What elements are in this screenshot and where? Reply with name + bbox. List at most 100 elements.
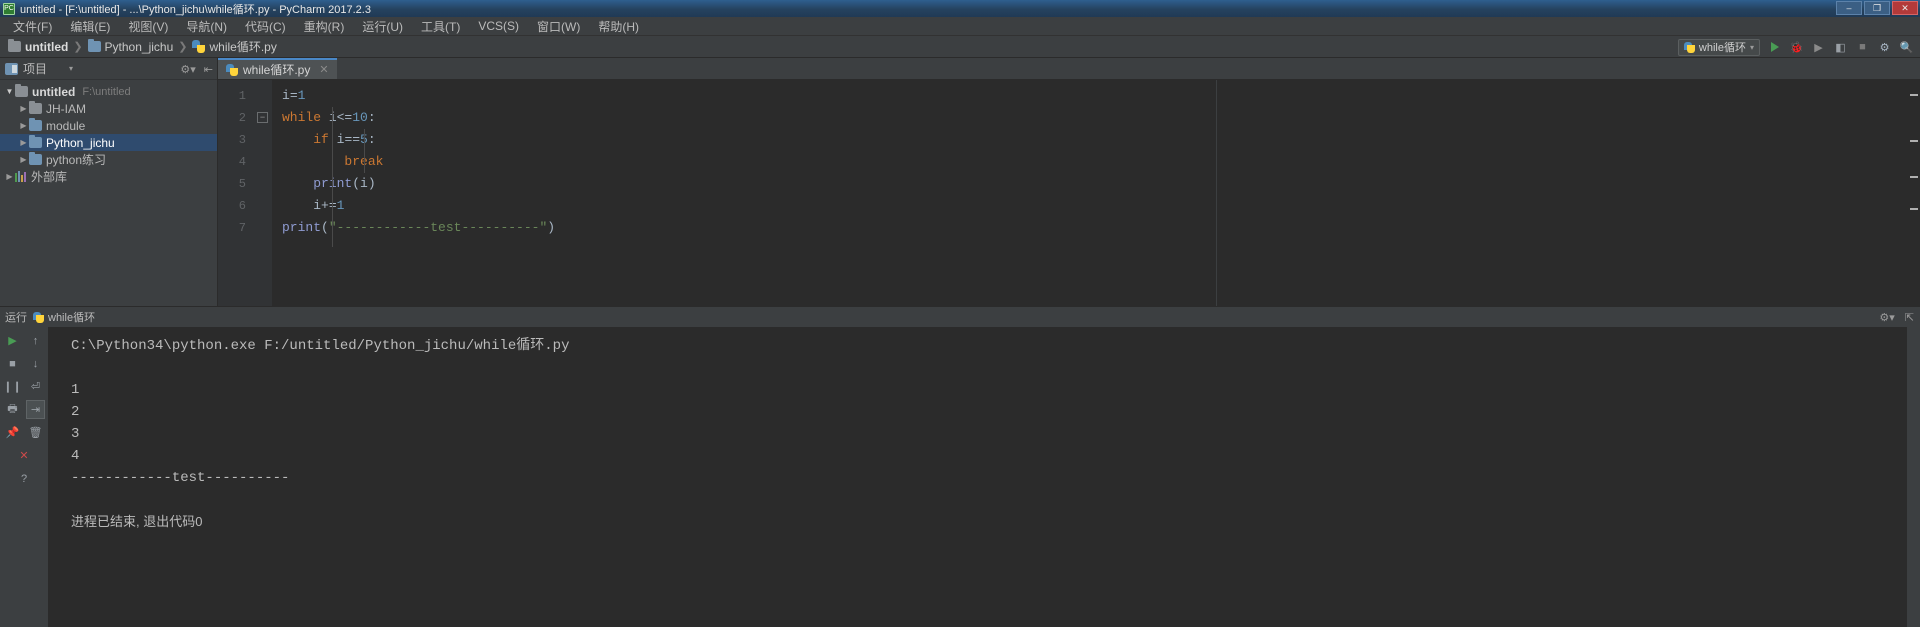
- close-button[interactable]: ✕: [1892, 1, 1918, 15]
- tree-item-python-jichu[interactable]: ▶ Python_jichu: [0, 134, 217, 151]
- menu-code[interactable]: 代码(C): [236, 16, 295, 37]
- tree-item-python-lianxi[interactable]: ▶ python练习: [0, 151, 217, 168]
- chevron-right-icon[interactable]: ▶: [18, 121, 29, 130]
- breadcrumb-untitled[interactable]: untitled: [8, 39, 68, 54]
- clear-all-button[interactable]: ✕: [15, 446, 34, 465]
- collapse-icon[interactable]: ⇤: [204, 63, 213, 76]
- project-panel-tools: ⚙▾ ⇤: [180, 58, 213, 80]
- soft-wrap-button[interactable]: ⏎: [26, 377, 45, 396]
- chevron-right-icon[interactable]: ▶: [18, 138, 29, 147]
- maximize-button[interactable]: ❐: [1864, 1, 1890, 15]
- breadcrumb-python-jichu[interactable]: Python_jichu: [87, 39, 174, 54]
- run-configuration-selector[interactable]: while循环 ▾: [1677, 38, 1760, 56]
- chevron-down-icon[interactable]: ▾: [69, 64, 73, 73]
- stop-button[interactable]: ■: [3, 354, 22, 373]
- print-button[interactable]: 🖶: [3, 400, 22, 419]
- gear-icon[interactable]: ⚙▾: [180, 63, 195, 76]
- debug-button[interactable]: 🐞: [1789, 40, 1804, 55]
- code-line-3: if i==5:: [313, 132, 376, 147]
- fold-collapse-icon[interactable]: −: [257, 112, 268, 123]
- python-file-icon: [192, 40, 206, 53]
- minimize-button[interactable]: –: [1836, 1, 1862, 15]
- menu-view[interactable]: 视图(V): [119, 16, 177, 37]
- breadcrumb-file[interactable]: while循环.py: [192, 38, 277, 55]
- pin-button[interactable]: 📌: [3, 423, 22, 442]
- breadcrumb-separator: ❯: [178, 41, 188, 53]
- module-folder-icon: [29, 135, 42, 148]
- main-split: 项目 ▾ ⚙▾ ⇤ ▼ untitled F:\untitled ▶ JH-IA…: [0, 58, 1920, 306]
- python-file-icon: [226, 63, 238, 76]
- console-output[interactable]: C:\Python34\python.exe F:/untitled/Pytho…: [48, 327, 1920, 627]
- help-button[interactable]: ?: [15, 469, 34, 488]
- module-folder-icon: [29, 118, 42, 131]
- console-scrollbar[interactable]: [1907, 327, 1920, 627]
- console-tab[interactable]: while循环: [33, 309, 95, 325]
- editor-scrollbar[interactable]: [1908, 80, 1920, 306]
- gear-icon[interactable]: ⚙▾: [1879, 311, 1894, 324]
- menu-help[interactable]: 帮助(H): [589, 16, 648, 37]
- breadcrumb-label: Python_jichu: [104, 39, 174, 54]
- tree-item-untitled[interactable]: ▼ untitled F:\untitled: [0, 83, 217, 100]
- scroll-up-button[interactable]: ↑: [26, 331, 45, 350]
- code-line-6: i+=1: [282, 198, 345, 213]
- menu-vcs[interactable]: VCS(S): [469, 17, 528, 35]
- library-icon: [15, 171, 27, 182]
- search-button[interactable]: 🔍: [1899, 40, 1914, 55]
- folder-icon: [87, 39, 101, 52]
- chevron-down-icon: ▾: [1749, 42, 1754, 52]
- rerun-button[interactable]: ▶: [3, 331, 22, 350]
- breadcrumb-label: while循环.py: [209, 40, 277, 54]
- run-tool-window: 运行 while循环 ⚙▾ ⇱ ▶ ↑ ■ ↓ ❙❙ ⏎ 🖶 ⇥ 📌 🗑 ✕ ?…: [0, 306, 1920, 627]
- chevron-down-icon[interactable]: ▼: [4, 87, 15, 96]
- project-tree: ▼ untitled F:\untitled ▶ JH-IAM ▶ module…: [0, 80, 217, 185]
- menu-edit[interactable]: 编辑(E): [61, 16, 119, 37]
- editor-area: while循环.py ✕ 1 2 3 4 5 6 7 − − 💡: [218, 58, 1920, 306]
- profile-button[interactable]: ◧: [1833, 40, 1848, 55]
- scroll-down-button[interactable]: ↓: [26, 354, 45, 373]
- run-configuration-label: while循环: [1698, 42, 1746, 54]
- menu-file[interactable]: 文件(F): [4, 16, 61, 37]
- fold-markers: − −: [256, 85, 272, 285]
- scroll-to-end-button[interactable]: ⇥: [26, 400, 45, 419]
- tree-item-module[interactable]: ▶ module: [0, 117, 217, 134]
- menu-run[interactable]: 运行(U): [353, 16, 412, 37]
- folder-icon: [29, 101, 42, 114]
- stop-button[interactable]: ■: [1855, 40, 1870, 55]
- console-output-line: 进程已结束, 退出代码0: [71, 514, 203, 529]
- chevron-right-icon[interactable]: ▶: [18, 104, 29, 113]
- tree-item-external-libraries[interactable]: ▶ 外部库: [0, 168, 217, 185]
- tree-item-jh-iam[interactable]: ▶ JH-IAM: [0, 100, 217, 117]
- code-editor[interactable]: i=1 while i<=10: if i==5: break print(i)…: [272, 80, 1920, 306]
- code-viewport: 1 2 3 4 5 6 7 − − 💡 i=1 while i<=10:: [218, 80, 1920, 306]
- folder-icon: [8, 39, 21, 52]
- coverage-button[interactable]: ▶: [1811, 40, 1826, 55]
- console-tab-label: while循环: [48, 312, 96, 324]
- navigation-bar: untitled ❯ Python_jichu ❯ while循环.py whi…: [0, 36, 1920, 58]
- menu-navigate[interactable]: 导航(N): [177, 16, 236, 37]
- menu-tools[interactable]: 工具(T): [412, 16, 469, 37]
- tree-item-label: JH-IAM: [46, 101, 86, 116]
- console-output-line: C:\Python34\python.exe F:/untitled/Pytho…: [71, 338, 570, 354]
- close-icon[interactable]: ✕: [319, 63, 328, 76]
- code-line-4: break: [272, 151, 1920, 173]
- menu-refactor[interactable]: 重构(R): [295, 16, 354, 37]
- pause-button[interactable]: ❙❙: [3, 377, 22, 396]
- menu-window[interactable]: 窗口(W): [528, 16, 589, 37]
- console-output-spacer: [71, 357, 1920, 379]
- hide-icon[interactable]: ⇱: [1905, 311, 1914, 324]
- console-header-label: 运行: [5, 312, 27, 324]
- settings-button[interactable]: ⚙: [1877, 40, 1892, 55]
- project-tool-window: 项目 ▾ ⚙▾ ⇤ ▼ untitled F:\untitled ▶ JH-IA…: [0, 58, 218, 306]
- chevron-right-icon[interactable]: ▶: [18, 155, 29, 164]
- editor-tab-while-xunhuan[interactable]: while循环.py ✕: [218, 58, 337, 79]
- project-panel-header: 项目 ▾ ⚙▾ ⇤: [0, 58, 217, 80]
- menubar: 文件(F) 编辑(E) 视图(V) 导航(N) 代码(C) 重构(R) 运行(U…: [0, 17, 1920, 36]
- run-button[interactable]: [1767, 40, 1782, 55]
- folder-icon: [15, 84, 28, 97]
- trash-button[interactable]: 🗑: [26, 423, 45, 442]
- chevron-right-icon[interactable]: ▶: [4, 172, 15, 181]
- code-line-2: while i<=10:: [282, 110, 376, 125]
- window-controls: – ❐ ✕: [1836, 1, 1918, 15]
- console-output-line: 4: [71, 448, 80, 464]
- console-header-tools: ⚙▾ ⇱: [1879, 307, 1914, 327]
